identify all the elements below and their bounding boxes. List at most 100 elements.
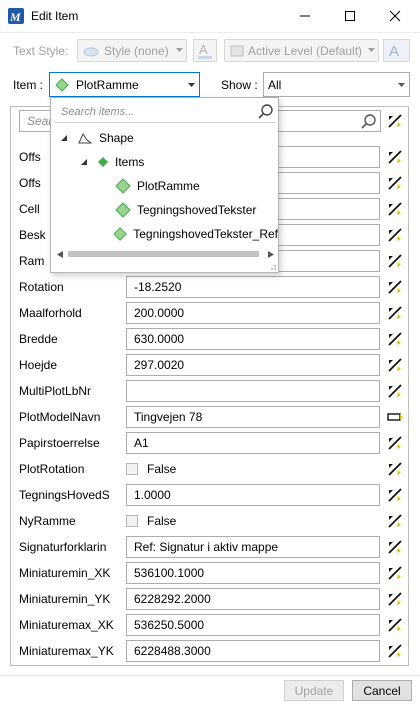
- toggle-edit-icon: [388, 306, 402, 320]
- chevron-down-icon: [176, 48, 183, 52]
- shape-icon: [78, 132, 93, 144]
- text-style-dropdown[interactable]: Style (none): [77, 39, 187, 62]
- property-toggle-button[interactable]: [386, 616, 404, 634]
- active-level-dropdown[interactable]: Active Level (Default): [224, 39, 379, 62]
- popup-search-input[interactable]: Search items...: [55, 103, 276, 123]
- item-selector[interactable]: PlotRamme: [49, 72, 200, 97]
- property-toggle-button[interactable]: [386, 512, 404, 530]
- property-toggle-button[interactable]: [386, 538, 404, 556]
- toggle-edit-icon: [388, 618, 402, 632]
- tree-item[interactable]: TegningshovedTekster_Ref: [51, 222, 278, 246]
- property-toggle-button[interactable]: [386, 408, 404, 426]
- toggle-edit-icon: [388, 358, 402, 372]
- title-bar[interactable]: M Edit Item: [0, 0, 420, 33]
- item-dropdown-popup[interactable]: Search items... Shape Items PlotRamme Tegni…: [50, 97, 279, 273]
- property-label: Miniaturemax_YK: [19, 644, 114, 658]
- show-selector[interactable]: All: [263, 72, 410, 97]
- tree-item[interactable]: Shape: [51, 126, 278, 150]
- property-toggle-button[interactable]: [386, 590, 404, 608]
- window-title: Edit Item: [31, 9, 79, 23]
- property-value-field[interactable]: 6228292.2000: [126, 588, 380, 610]
- show-selector-value: All: [268, 78, 282, 92]
- layers-icon: [230, 45, 244, 57]
- close-button[interactable]: [376, 4, 414, 28]
- minimize-button[interactable]: [286, 4, 324, 28]
- show-label: Show :: [221, 78, 258, 92]
- scroll-left-icon[interactable]: [57, 251, 63, 258]
- property-value-field[interactable]: -18.2520: [126, 276, 380, 298]
- property-toggle-button[interactable]: [386, 382, 404, 400]
- popup-horizontal-scrollbar[interactable]: [55, 248, 276, 260]
- property-toggle-button[interactable]: [386, 486, 404, 504]
- search-icon[interactable]: [361, 113, 378, 130]
- property-value-field[interactable]: [126, 380, 380, 402]
- tree-expanded-icon[interactable]: [59, 133, 69, 143]
- items-diamond-icon: [98, 157, 108, 167]
- property-toggle-button[interactable]: [386, 356, 404, 374]
- svg-text:A: A: [199, 42, 208, 57]
- toggle-edit-icon: [388, 332, 402, 346]
- text-color-button[interactable]: A: [193, 39, 217, 62]
- property-label: Rotation: [19, 280, 64, 294]
- property-value-field[interactable]: 200.0000: [126, 302, 380, 324]
- toolbar: Text Style: Style (none) A Active Level …: [0, 34, 420, 66]
- item-label: Item :: [13, 78, 44, 92]
- tree-item[interactable]: TegningshovedTekster: [51, 198, 278, 222]
- property-value-field[interactable]: 536250.5000: [126, 614, 380, 636]
- property-value-field[interactable]: Tingvejen 78: [126, 406, 380, 428]
- property-toggle-button[interactable]: [386, 434, 404, 452]
- property-toggle-button[interactable]: [386, 564, 404, 582]
- item-diamond-icon: [113, 227, 127, 241]
- cloud-icon: [83, 47, 99, 57]
- property-toggle-button[interactable]: [386, 642, 404, 660]
- property-value-field[interactable]: 1.0000: [126, 484, 380, 506]
- property-toggle-button[interactable]: [386, 460, 404, 478]
- property-toggle-button[interactable]: [386, 304, 404, 322]
- property-label: PlotRotation: [19, 462, 85, 476]
- property-toggle-button[interactable]: [386, 148, 404, 166]
- cancel-button[interactable]: Cancel: [352, 680, 412, 701]
- property-value-field[interactable]: 630.0000: [126, 328, 380, 350]
- property-value-field[interactable]: 297.0020: [126, 354, 380, 376]
- item-diamond-icon: [115, 202, 131, 218]
- item-selector-value: PlotRamme: [76, 78, 139, 92]
- property-value-field[interactable]: A1: [126, 432, 380, 454]
- property-toggle-button[interactable]: [386, 278, 404, 296]
- property-toggle-button[interactable]: [386, 252, 404, 270]
- property-value-field[interactable]: 6228488.3000: [126, 640, 380, 662]
- property-checkbox-row[interactable]: False: [126, 510, 176, 532]
- text-style-label: Text Style:: [13, 44, 69, 58]
- property-toggle-button[interactable]: [386, 200, 404, 218]
- update-button[interactable]: Update: [284, 680, 344, 701]
- property-checkbox-row[interactable]: False: [126, 458, 176, 480]
- property-toggle-button[interactable]: [386, 174, 404, 192]
- tree-item-label: Items: [115, 155, 145, 169]
- item-diamond-icon: [115, 178, 131, 194]
- active-level-value: Active Level (Default): [248, 44, 363, 58]
- text-attributes-button[interactable]: A: [383, 39, 410, 62]
- property-toggle-button[interactable]: [386, 226, 404, 244]
- toggle-edit-icon: [388, 436, 402, 450]
- property-value-field[interactable]: Ref: Signatur i aktiv mappe: [126, 536, 380, 558]
- property-label: Bredde: [19, 332, 58, 346]
- toggle-edit-icon: [388, 566, 402, 580]
- tree-expanded-icon[interactable]: [79, 157, 89, 167]
- property-label: NyRamme: [19, 514, 76, 528]
- toggle-all-button[interactable]: [386, 112, 404, 130]
- scrollbar-thumb[interactable]: [68, 251, 259, 257]
- resize-grip-icon[interactable]: [268, 264, 276, 272]
- property-label: Hoejde: [19, 358, 58, 372]
- toggle-edit-icon: [388, 644, 402, 658]
- text-style-value: Style (none): [104, 44, 169, 58]
- property-checkbox[interactable]: [126, 515, 138, 527]
- property-toggle-button[interactable]: [386, 330, 404, 348]
- tree-item[interactable]: PlotRamme: [51, 174, 278, 198]
- tree-item-label: TegningshovedTekster: [137, 203, 257, 217]
- property-value-field[interactable]: 536100.1000: [126, 562, 380, 584]
- property-checkbox[interactable]: [126, 463, 138, 475]
- search-icon[interactable]: [258, 103, 275, 120]
- tree-item[interactable]: Items: [51, 150, 278, 174]
- maximize-button[interactable]: [331, 4, 369, 28]
- scroll-right-icon[interactable]: [268, 251, 274, 258]
- text-attributes-icon: A: [389, 43, 399, 60]
